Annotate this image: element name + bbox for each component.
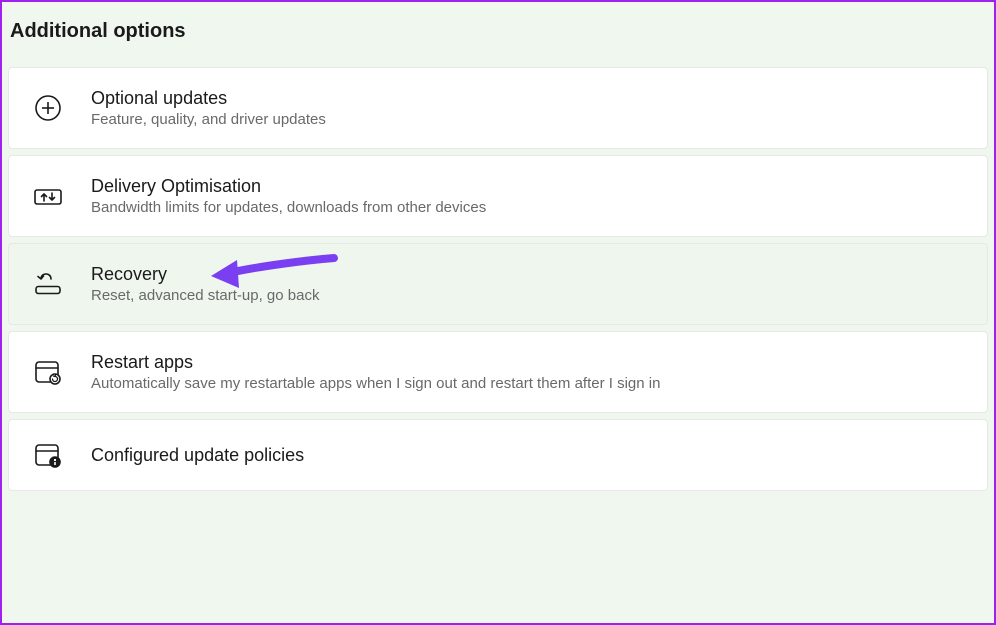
recovery-icon — [33, 269, 63, 299]
plus-circle-icon — [33, 93, 63, 123]
option-subtitle: Automatically save my restartable apps w… — [91, 375, 660, 392]
option-title: Configured update policies — [91, 445, 304, 466]
option-text: Restart apps Automatically save my resta… — [91, 352, 660, 392]
delivery-icon — [33, 181, 63, 211]
policies-icon — [33, 440, 63, 470]
restart-apps-icon — [33, 357, 63, 387]
option-text: Recovery Reset, advanced start-up, go ba… — [91, 264, 319, 304]
option-subtitle: Bandwidth limits for updates, downloads … — [91, 199, 486, 216]
option-text: Optional updates Feature, quality, and d… — [91, 88, 326, 128]
option-title: Restart apps — [91, 352, 660, 373]
option-text: Delivery Optimisation Bandwidth limits f… — [91, 176, 486, 216]
option-title: Recovery — [91, 264, 319, 285]
option-restart-apps[interactable]: Restart apps Automatically save my resta… — [8, 331, 988, 413]
option-optional-updates[interactable]: Optional updates Feature, quality, and d… — [8, 67, 988, 149]
option-title: Optional updates — [91, 88, 326, 109]
section-title: Additional options — [2, 2, 994, 61]
option-subtitle: Reset, advanced start-up, go back — [91, 287, 319, 304]
option-subtitle: Feature, quality, and driver updates — [91, 111, 326, 128]
option-delivery-optimisation[interactable]: Delivery Optimisation Bandwidth limits f… — [8, 155, 988, 237]
option-configured-policies[interactable]: Configured update policies — [8, 419, 988, 491]
option-recovery[interactable]: Recovery Reset, advanced start-up, go ba… — [8, 243, 988, 325]
option-title: Delivery Optimisation — [91, 176, 486, 197]
option-text: Configured update policies — [91, 445, 304, 466]
